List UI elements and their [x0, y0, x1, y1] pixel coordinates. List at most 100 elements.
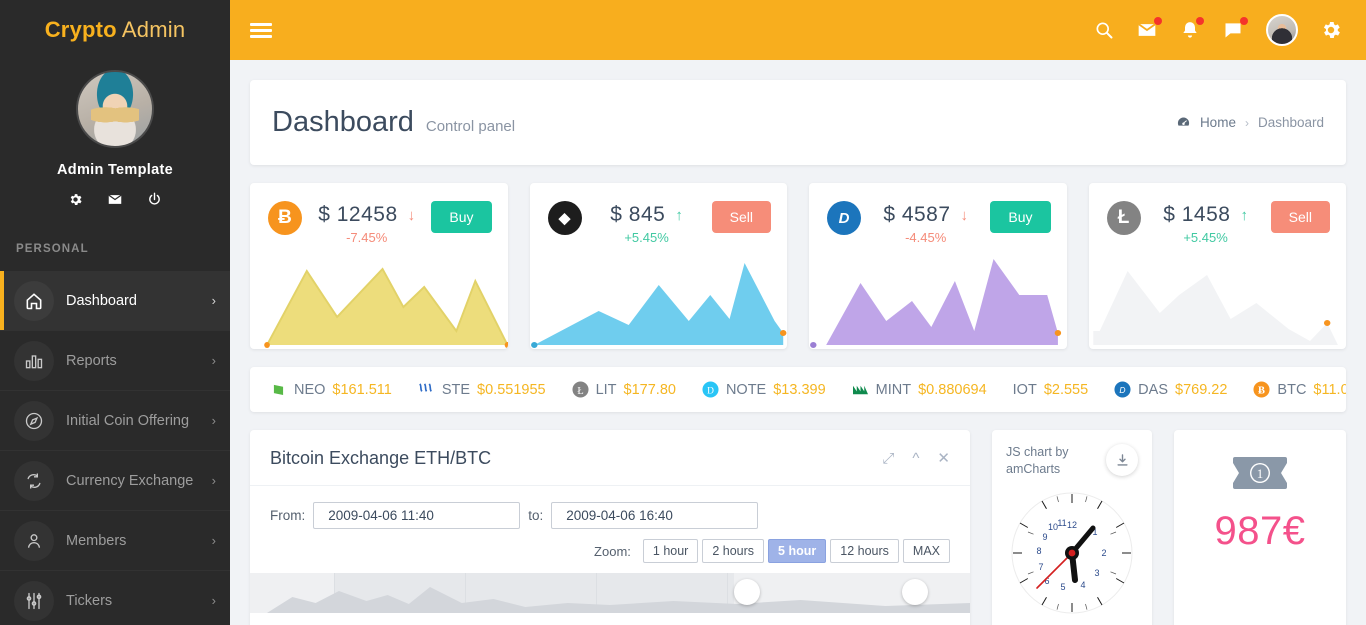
trend-up-icon: ↑	[1240, 206, 1248, 224]
avatar[interactable]	[1266, 14, 1298, 46]
ticker-name: MINT	[875, 381, 912, 398]
ticker-item[interactable]: STE $0.551955	[418, 381, 546, 398]
bitcoin-icon: Ƀ	[1253, 381, 1270, 398]
bell-icon[interactable]	[1180, 16, 1204, 41]
svg-text:8: 8	[1036, 546, 1041, 556]
ticker-item[interactable]: Ƀ BTC $11.039	[1253, 381, 1346, 398]
svg-text:Ƀ: Ƀ	[1258, 385, 1265, 396]
search-icon[interactable]	[1094, 20, 1114, 40]
chevron-right-icon: ›	[211, 533, 216, 548]
sidebar-label: Initial Coin Offering	[66, 412, 190, 429]
brand-strong: Crypto	[44, 17, 117, 42]
coin-info: $ 845 ↑ +5.45%	[592, 201, 702, 245]
sidebar-item-reports[interactable]: Reports ›	[0, 331, 230, 391]
zoom-option-12-hours[interactable]: 12 hours	[830, 539, 899, 563]
sidebar-item-tickers[interactable]: Tickers ›	[0, 571, 230, 625]
litecoin-icon: Ł	[1106, 201, 1141, 235]
ticker-item[interactable]: NEO $161.511	[270, 381, 392, 398]
ticker-item[interactable]: D NOTE $13.399	[702, 381, 826, 398]
breadcrumb-home[interactable]: Home	[1200, 115, 1236, 130]
sidebar-item-dashboard[interactable]: Dashboard ›	[0, 271, 230, 331]
power-icon[interactable]	[147, 192, 162, 207]
sliders-icon	[14, 580, 54, 621]
breadcrumb: Home › Dashboard	[1176, 115, 1324, 130]
coin-price-row: $ 12458 ↓	[312, 203, 421, 227]
sidebar-item-members[interactable]: Members ›	[0, 511, 230, 571]
svg-text:Ł: Ł	[577, 386, 583, 397]
gauge-chart: 12 1 2 3 4 5 6 7 8 9 10 11	[1006, 488, 1138, 618]
coin-price: $ 12458	[318, 203, 398, 226]
mail-icon[interactable]	[107, 192, 123, 207]
ticker-item[interactable]: Ł LIT $177.80	[572, 381, 676, 398]
chart-range-selector[interactable]	[250, 573, 970, 613]
ticker-item[interactable]: D DAS $769.22	[1114, 381, 1227, 398]
sell-button[interactable]: Sell	[1270, 201, 1330, 233]
sidebar-label: Members	[66, 532, 127, 549]
bitcoin-icon: Ƀ	[268, 201, 302, 235]
svg-text:1: 1	[1257, 466, 1264, 481]
ticker-item[interactable]: MINT $0.880694	[852, 381, 987, 398]
coin-price-row: $ 1458 ↑	[1151, 203, 1261, 227]
svg-text:D: D	[707, 386, 714, 396]
breadcrumb-current: Dashboard	[1257, 115, 1324, 130]
coin-card-eth: ◆ $ 845 ↑ +5.45% Sell	[529, 183, 788, 349]
coin-sparkline	[530, 249, 788, 349]
collapse-icon[interactable]: ^	[912, 451, 919, 466]
zoom-option-2-hours[interactable]: 2 hours	[702, 539, 765, 563]
amcharts-panel: JS chart by amCharts 12 1 2 3 4 5 6 7 8 …	[992, 430, 1152, 625]
compass-icon	[14, 400, 54, 441]
trend-down-icon: ↓	[960, 206, 969, 224]
coin-sparkline	[809, 249, 1067, 349]
page-subtitle: Control panel	[425, 118, 516, 135]
note-icon: D	[702, 381, 719, 398]
range-handle-right[interactable]	[902, 579, 928, 605]
users-icon	[14, 520, 54, 561]
ticker-value: $0.880694	[918, 381, 987, 398]
range-handle-left[interactable]	[734, 579, 760, 605]
exchange-panel: Bitcoin Exchange ETH/BTC ⤢ ^ ✕ From: to:	[250, 430, 970, 625]
chevron-right-icon: ›	[211, 293, 216, 308]
ticker-strip: NEO $161.511 STE $0.551955 Ł LIT $177.80…	[250, 367, 1346, 412]
brand-logo[interactable]: Crypto Admin	[0, 0, 230, 60]
from-date-input[interactable]	[313, 502, 521, 529]
buy-button[interactable]: Buy	[990, 201, 1051, 233]
app-root: Crypto Admin Admin Template PERSONAL Das…	[0, 0, 1366, 625]
sidebar-item-initial-coin-offering[interactable]: Initial Coin Offering ›	[0, 391, 230, 451]
close-icon[interactable]: ✕	[937, 451, 950, 466]
mail-icon[interactable]	[1136, 17, 1162, 40]
money-value: 987€	[1214, 509, 1306, 553]
profile-avatar[interactable]	[76, 70, 154, 148]
zoom-option-1-hour[interactable]: 1 hour	[642, 539, 699, 563]
to-label: to:	[528, 508, 544, 523]
ticker-value: $13.399	[773, 381, 826, 398]
ticker-item[interactable]: IOT $2.555	[1013, 382, 1089, 398]
expand-icon[interactable]: ⤢	[882, 451, 894, 466]
ticker-name: NOTE	[725, 381, 767, 398]
svg-text:4: 4	[1080, 580, 1085, 590]
coin-change: +5.45%	[624, 230, 669, 245]
profile-block: Admin Template	[0, 60, 230, 221]
coin-change: -7.45%	[346, 230, 388, 245]
ticker-name: NEO	[294, 381, 326, 398]
to-date-input[interactable]	[551, 502, 759, 529]
hamburger-icon[interactable]	[250, 20, 272, 41]
panel-actions: ⤢ ^ ✕	[882, 451, 950, 466]
chevron-right-icon: ›	[211, 593, 216, 608]
chat-icon[interactable]	[1222, 17, 1248, 40]
amcharts-credit[interactable]: JS chart by amCharts	[1006, 444, 1106, 478]
download-icon[interactable]	[1106, 444, 1138, 476]
svg-text:12: 12	[1067, 520, 1077, 530]
gear-icon[interactable]	[68, 192, 83, 207]
gear-icon[interactable]	[1320, 19, 1342, 41]
coin-info: $ 4587 ↓ -4.45%	[871, 201, 980, 245]
refresh-icon	[14, 460, 54, 501]
ticker-name: LIT	[595, 381, 617, 398]
sell-button[interactable]: Sell	[711, 201, 771, 233]
chat-badge	[1240, 17, 1248, 25]
sidebar-item-currency-exchange[interactable]: Currency Exchange ›	[0, 451, 230, 511]
zoom-option-5-hour[interactable]: 5 hour	[768, 539, 827, 563]
buy-button[interactable]: Buy	[431, 201, 492, 233]
svg-text:3: 3	[1094, 568, 1099, 578]
zoom-option-max[interactable]: MAX	[902, 539, 950, 563]
svg-text:9: 9	[1042, 532, 1047, 542]
